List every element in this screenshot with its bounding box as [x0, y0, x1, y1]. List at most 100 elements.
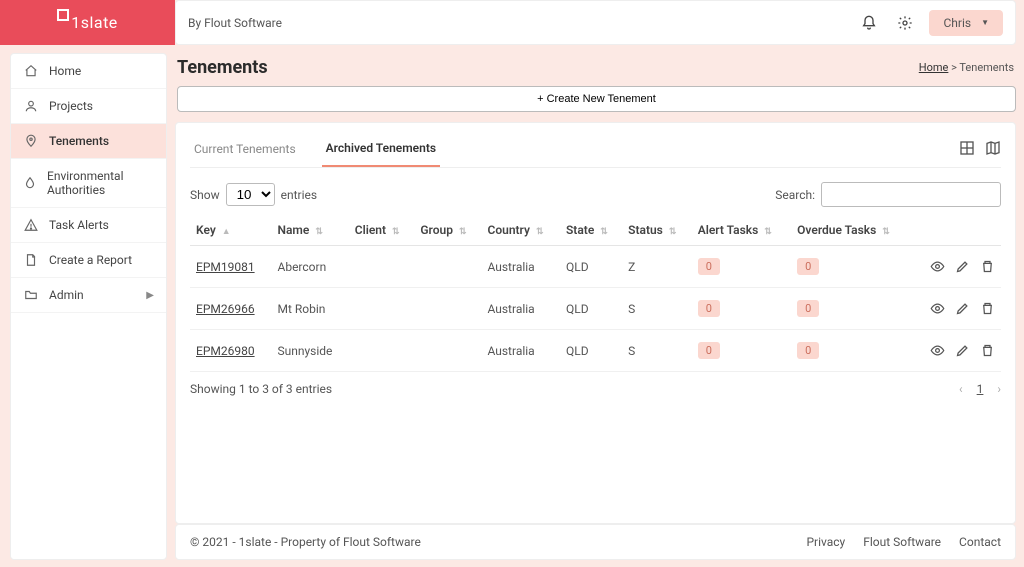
map-icon — [985, 140, 1001, 156]
sidebar-item-label: Projects — [49, 99, 93, 113]
sort-icon: ⇅ — [764, 227, 772, 237]
page-title: Tenements — [177, 57, 268, 78]
row-status: S — [622, 288, 692, 330]
row-status: S — [622, 330, 692, 372]
table-row: EPM19081AbercornAustraliaQLDZ00 — [190, 246, 1001, 288]
row-key-link[interactable]: EPM19081 — [196, 260, 255, 274]
tab-archived[interactable]: Archived Tenements — [322, 135, 440, 167]
notifications-button[interactable] — [855, 9, 883, 37]
search-label: Search: — [775, 188, 815, 202]
row-group — [414, 246, 481, 288]
tenements-card: Current Tenements Archived Tenements Sho… — [175, 122, 1016, 524]
sidebar-item-home[interactable]: Home — [11, 54, 166, 89]
sidebar-item-projects[interactable]: Projects — [11, 89, 166, 124]
sidebar-item-create-report[interactable]: Create a Report — [11, 243, 166, 278]
pager: ‹ 1 › — [959, 382, 1001, 396]
sort-icon: ⇅ — [536, 227, 544, 237]
bell-icon — [861, 15, 877, 31]
sort-icon: ⇅ — [882, 227, 890, 237]
brand-logo-mark — [57, 9, 69, 21]
delete-button[interactable] — [980, 259, 995, 274]
edit-button[interactable] — [955, 259, 970, 274]
overdue-badge: 0 — [797, 342, 819, 359]
entries-select[interactable]: 10 — [226, 183, 275, 206]
delete-button[interactable] — [980, 343, 995, 358]
sidebar-item-env-auth[interactable]: Environmental Authorities — [11, 159, 166, 208]
row-country: Australia — [481, 288, 560, 330]
sidebar-item-label: Admin — [49, 288, 84, 302]
table-row: EPM26980SunnysideAustraliaQLDS00 — [190, 330, 1001, 372]
col-overdue[interactable]: Overdue Tasks⇅ — [791, 215, 912, 246]
row-key-link[interactable]: EPM26980 — [196, 344, 255, 358]
view-button[interactable] — [930, 259, 945, 274]
footer-flout[interactable]: Flout Software — [863, 535, 941, 549]
topbar-byline: By Flout Software — [188, 16, 282, 30]
col-country[interactable]: Country⇅ — [481, 215, 560, 246]
user-name: Chris — [943, 16, 971, 30]
delete-button[interactable] — [980, 301, 995, 316]
col-state[interactable]: State⇅ — [560, 215, 622, 246]
alert-badge: 0 — [698, 300, 720, 317]
row-group — [414, 330, 481, 372]
row-name: Sunnyside — [272, 330, 349, 372]
user-menu[interactable]: Chris ▼ — [929, 10, 1003, 36]
sidebar-item-label: Environmental Authorities — [47, 169, 154, 197]
settings-button[interactable] — [891, 9, 919, 37]
user-icon — [23, 99, 39, 113]
sort-icon: ⇅ — [392, 227, 400, 237]
row-country: Australia — [481, 246, 560, 288]
next-page[interactable]: › — [997, 382, 1001, 396]
map-view-button[interactable] — [985, 140, 1001, 156]
alert-icon — [23, 218, 39, 232]
sidebar-item-label: Home — [49, 64, 81, 78]
breadcrumb-current: Tenements — [959, 61, 1014, 74]
alert-badge: 0 — [698, 258, 720, 275]
row-key-link[interactable]: EPM26966 — [196, 302, 255, 316]
edit-button[interactable] — [955, 343, 970, 358]
search-input[interactable] — [821, 182, 1001, 207]
tab-current[interactable]: Current Tenements — [190, 136, 300, 166]
footer-privacy[interactable]: Privacy — [806, 535, 845, 549]
col-client[interactable]: Client⇅ — [349, 215, 415, 246]
breadcrumb-home[interactable]: Home — [919, 61, 949, 74]
sidebar-item-tenements[interactable]: Tenements — [11, 124, 166, 159]
edit-button[interactable] — [955, 301, 970, 316]
caret-down-icon: ▼ — [981, 18, 989, 27]
overdue-badge: 0 — [797, 258, 819, 275]
grid-view-button[interactable] — [959, 140, 975, 156]
gear-icon — [897, 15, 913, 31]
view-button[interactable] — [930, 301, 945, 316]
view-button[interactable] — [930, 343, 945, 358]
sort-icon: ⇅ — [459, 227, 467, 237]
sidebar-item-label: Tenements — [49, 134, 109, 148]
grid-icon — [959, 140, 975, 156]
row-client — [349, 288, 415, 330]
row-state: QLD — [560, 246, 622, 288]
page-number[interactable]: 1 — [977, 382, 984, 396]
create-tenement-button[interactable]: + Create New Tenement — [177, 86, 1016, 112]
page-footer: © 2021 - 1slate - Property of Flout Soft… — [175, 524, 1016, 560]
col-key[interactable]: Key▲ — [190, 215, 272, 246]
chevron-right-icon: ▶ — [146, 290, 154, 301]
prev-page[interactable]: ‹ — [959, 382, 963, 396]
breadcrumb: Home > Tenements — [919, 61, 1014, 74]
show-suffix: entries — [281, 188, 317, 202]
table-row: EPM26966Mt RobinAustraliaQLDS00 — [190, 288, 1001, 330]
row-state: QLD — [560, 288, 622, 330]
sidebar: Home Projects Tenements — [10, 53, 167, 560]
col-name[interactable]: Name⇅ — [272, 215, 349, 246]
overdue-badge: 0 — [797, 300, 819, 317]
sidebar-item-admin[interactable]: Admin ▶ — [11, 278, 166, 313]
row-country: Australia — [481, 330, 560, 372]
footer-contact[interactable]: Contact — [959, 535, 1001, 549]
row-client — [349, 330, 415, 372]
col-alert[interactable]: Alert Tasks⇅ — [692, 215, 791, 246]
row-name: Abercorn — [272, 246, 349, 288]
sidebar-item-task-alerts[interactable]: Task Alerts — [11, 208, 166, 243]
col-group[interactable]: Group⇅ — [414, 215, 481, 246]
col-status[interactable]: Status⇅ — [622, 215, 692, 246]
sidebar-item-label: Create a Report — [49, 253, 132, 267]
breadcrumb-sep: > — [951, 61, 957, 74]
sort-icon: ⇅ — [600, 227, 608, 237]
sidebar-item-label: Task Alerts — [49, 218, 109, 232]
